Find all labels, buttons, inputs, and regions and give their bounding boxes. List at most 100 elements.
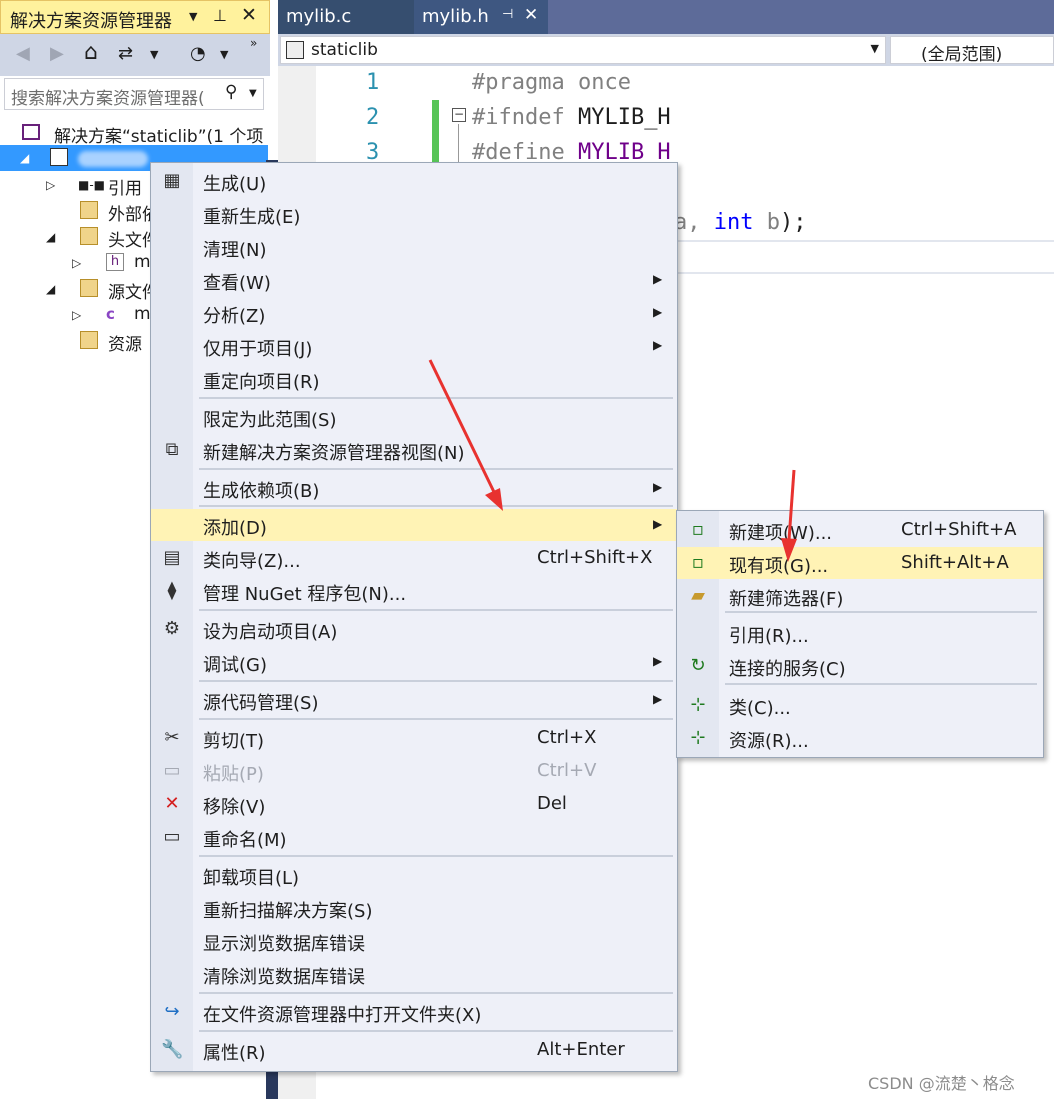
menu-item[interactable]: 仅用于项目(J) ▶ [151,330,677,362]
search-icon[interactable]: ⚲ [225,82,237,102]
solution-node[interactable]: 解决方案“staticlib”(1 个项 [0,120,268,147]
expand-icon[interactable]: ▷ [46,178,55,192]
code-token: once [564,70,631,95]
menu-item-shortcut: Alt+Enter [537,1039,625,1060]
menu-separator [199,855,673,857]
tab-mylib-h[interactable]: mylib.h ⊣ ✕ [414,0,548,34]
chevron-down-icon[interactable]: ▼ [249,88,257,99]
pin-icon[interactable]: ⊣ [502,7,513,22]
chevron-down-icon[interactable]: ▼ [150,48,158,61]
solution-explorer-title: 解决方案资源管理器 [10,11,172,32]
code-token: MYLIB_H [564,105,671,130]
menu-item[interactable]: 源代码管理(S) ▶ [151,684,677,716]
c-file-icon: c [106,305,115,323]
dropdown-arrow-icon[interactable]: ▼ [189,10,197,23]
pending-changes-icon[interactable]: ◔ [190,43,206,64]
menu-item[interactable]: ▤ 类向导(Z)... Ctrl+Shift+X [151,542,677,574]
code-token: ); [780,210,807,235]
project-dropdown[interactable]: staticlib ▼ [280,36,886,64]
line-number: 2 [366,105,380,130]
menu-item[interactable]: ⧉ 新建解决方案资源管理器视图(N) [151,434,677,466]
menu-item-label: 移除(V) [203,797,266,818]
collapse-icon[interactable]: ◢ [46,230,55,244]
menu-separator [199,680,673,682]
menu-item-label: 类向导(Z)... [203,551,301,572]
menu-item[interactable]: 添加(D) ▶ [151,509,677,541]
menu-item[interactable]: ✕ 移除(V) Del [151,788,677,820]
menu-item[interactable]: 分析(Z) ▶ [151,297,677,329]
collapse-icon[interactable]: ◢ [20,151,29,165]
folder-filter-icon [80,331,98,349]
menu-item[interactable]: ▦ 生成(U) [151,165,677,197]
scope-dropdown[interactable]: (全局范围) [890,36,1054,65]
chevron-down-icon[interactable]: ▼ [220,48,228,61]
menu-item[interactable]: 调试(G) ▶ [151,646,677,678]
fold-icon[interactable]: − [452,108,466,122]
menu-item[interactable]: ↪ 在文件资源管理器中打开文件夹(X) [151,996,677,1028]
menu-item[interactable]: 清除浏览数据库错误 [151,958,677,990]
pin-icon[interactable]: ⊥ [213,6,227,25]
header-file-icon: h [106,253,124,271]
menu-item[interactable]: ▭ 重命名(M) [151,821,677,853]
menu-separator [199,397,673,399]
project-name-blurred [78,151,148,167]
menu-item[interactable]: ✂ 剪切(T) Ctrl+X [151,722,677,754]
menu-item[interactable]: 查看(W) ▶ [151,264,677,296]
menu-item[interactable]: 重新生成(E) [151,198,677,230]
menu-item[interactable]: 清理(N) [151,231,677,263]
menu-item-shortcut: Ctrl+Shift+A [901,519,1017,540]
menu-item[interactable]: 显示浏览数据库错误 [151,925,677,957]
menu-item[interactable]: ↻ 连接的服务(C) [677,650,1043,682]
external-deps-icon [80,201,98,219]
menu-item[interactable]: ⊹ 资源(R)... [677,722,1043,754]
menu-item[interactable]: ▭ 粘贴(P) Ctrl+V [151,755,677,787]
menu-item-label: 显示浏览数据库错误 [203,934,365,955]
document-tabs: mylib.c mylib.h ⊣ ✕ [278,0,1054,34]
menu-item[interactable]: 引用(R)... [677,617,1043,649]
menu-item-label: 新建解决方案资源管理器视图(N) [203,443,465,464]
menu-item[interactable]: 🔧 属性(R) Alt+Enter [151,1034,677,1066]
menu-item[interactable]: 生成依赖项(B) ▶ [151,472,677,504]
close-icon[interactable]: ✕ [241,4,257,26]
search-input[interactable]: 搜索解决方案资源管理器( [11,84,211,109]
menu-item[interactable]: ▫ 现有项(G)... Shift+Alt+A [677,547,1043,579]
menu-item[interactable]: ⚙ 设为启动项目(A) [151,613,677,645]
tree-item-label: 资源 [108,335,142,355]
expand-icon[interactable]: ▷ [72,308,81,322]
expand-icon[interactable]: ▷ [72,256,81,270]
collapse-icon[interactable]: ◢ [46,282,55,296]
code-token: #ifndef [472,105,565,130]
menu-item-label: 连接的服务(C) [729,659,846,680]
menu-item[interactable]: 重定向项目(R) [151,363,677,395]
menu-item-label: 属性(R) [203,1043,266,1064]
menu-item-label: 重命名(M) [203,830,287,851]
submenu-arrow-icon: ▶ [653,305,663,319]
change-marker [432,100,439,170]
close-icon[interactable]: ✕ [524,5,538,25]
chevron-down-icon[interactable]: ▼ [871,42,879,55]
menu-item[interactable]: 卸载项目(L) [151,859,677,891]
menu-item[interactable]: 限定为此范围(S) [151,401,677,433]
back-icon[interactable]: ◀ [16,43,30,64]
overflow-icon[interactable]: » [250,36,257,50]
menu-item-label: 清理(N) [203,240,267,261]
forward-icon[interactable]: ▶ [50,43,64,64]
tab-mylib-c[interactable]: mylib.c [278,0,414,34]
sync-view-icon[interactable]: ⇄ [118,43,133,64]
solution-explorer-search[interactable]: 搜索解决方案资源管理器( ⚲ ▼ [4,78,264,110]
menu-item[interactable]: ▰ 新建筛选器(F) [677,580,1043,612]
build-icon: ▦ [163,170,181,191]
folder-filter-icon [80,279,98,297]
menu-item[interactable]: ⧫ 管理 NuGet 程序包(N)... [151,575,677,607]
references-icon: ■-■ [78,178,106,192]
submenu-arrow-icon: ▶ [653,338,663,352]
home-icon[interactable]: ⌂ [84,40,98,65]
menu-item-label: 查看(W) [203,273,271,294]
menu-item[interactable]: ⊹ 类(C)... [677,689,1043,721]
menu-item-label: 调试(G) [203,655,267,676]
code-line-1: #pragma once [472,70,631,95]
menu-item[interactable]: ▫ 新建项(W)... Ctrl+Shift+A [677,514,1043,546]
gear-icon: ⚙ [163,618,181,639]
menu-item[interactable]: 重新扫描解决方案(S) [151,892,677,924]
scissors-icon: ✂ [164,727,180,748]
